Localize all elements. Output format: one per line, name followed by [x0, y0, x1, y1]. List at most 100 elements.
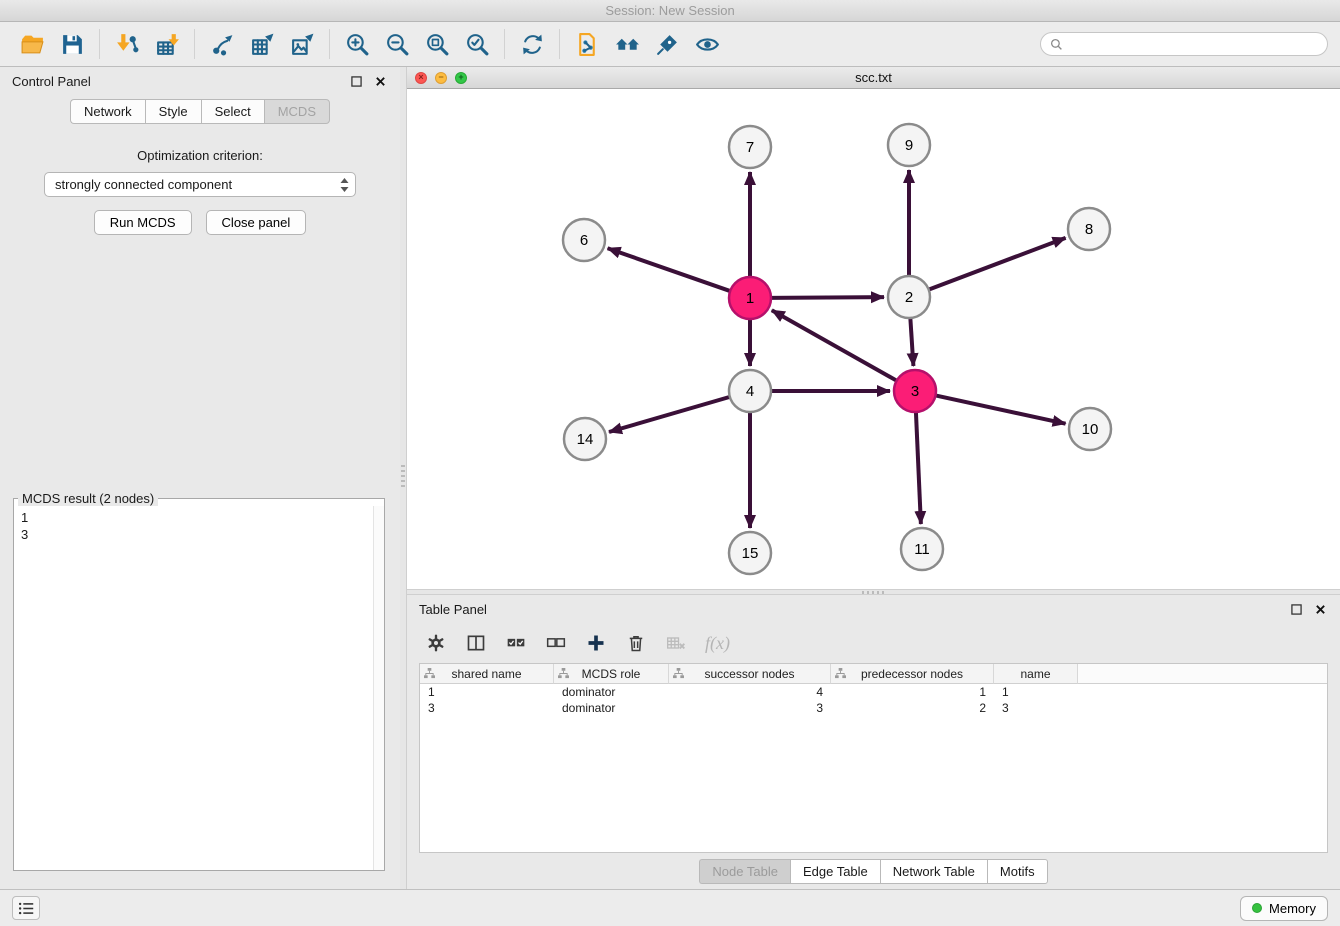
graph-node-6[interactable]: 6	[563, 219, 605, 261]
control-panel-header: Control Panel	[0, 67, 400, 95]
export-image-button[interactable]	[282, 26, 322, 62]
graph-edge-3-11[interactable]	[916, 412, 921, 524]
graph-node-7[interactable]: 7	[729, 126, 771, 168]
toolbar-separator	[194, 29, 195, 59]
table-cell-successor: 4	[669, 685, 831, 699]
zoom-out-button[interactable]	[377, 26, 417, 62]
tab-edge-table[interactable]: Edge Table	[790, 859, 880, 884]
table-cell-predecessor: 1	[831, 685, 994, 699]
add-icon	[586, 633, 606, 653]
splitter-grip	[862, 591, 886, 594]
panels-menu-button[interactable]	[12, 896, 40, 920]
graph-node-15[interactable]: 15	[729, 532, 771, 574]
search-field[interactable]	[1040, 32, 1328, 56]
table-header-row: shared name MCDS role successor nodes pr…	[420, 664, 1327, 684]
svg-text:14: 14	[577, 431, 594, 448]
optimization-criterion-select[interactable]: strongly connected component	[44, 172, 356, 197]
open-session-button[interactable]	[12, 26, 52, 62]
minimize-window-icon[interactable]: −	[435, 72, 447, 84]
float-panel-icon[interactable]	[349, 74, 364, 89]
close-window-icon[interactable]: ×	[415, 72, 427, 84]
tab-style[interactable]: Style	[145, 99, 201, 124]
table-panel-header: Table Panel	[407, 595, 1340, 623]
graph-node-2[interactable]: 2	[888, 276, 930, 318]
refresh-button[interactable]	[512, 26, 552, 62]
table-row[interactable]: 1dominator411	[420, 684, 1327, 700]
export-table-button[interactable]	[242, 26, 282, 62]
result-scrollbar[interactable]	[373, 506, 384, 870]
column-header-mcds-role[interactable]: MCDS role	[554, 664, 669, 684]
graph-edge-1-2[interactable]	[771, 297, 884, 298]
table-row[interactable]: 3dominator323	[420, 700, 1327, 716]
memory-button[interactable]: Memory	[1240, 896, 1328, 921]
first-neighbors-button[interactable]	[607, 26, 647, 62]
svg-text:9: 9	[905, 137, 913, 154]
graph-node-10[interactable]: 10	[1069, 408, 1111, 450]
column-header-shared-name[interactable]: shared name	[420, 664, 554, 684]
mcds-result-list[interactable]: 13	[14, 506, 384, 870]
tab-node-table[interactable]: Node Table	[699, 859, 790, 884]
horizontal-splitter[interactable]	[407, 589, 1340, 595]
graph-edge-2-8[interactable]	[929, 238, 1066, 290]
graph-edge-1-6[interactable]	[608, 248, 731, 291]
function-builder-button[interactable]: f(x)	[705, 633, 730, 654]
run-mcds-button[interactable]: Run MCDS	[94, 210, 192, 235]
import-network-button[interactable]	[107, 26, 147, 62]
vertical-splitter[interactable]	[400, 67, 407, 889]
export-network-button[interactable]	[202, 26, 242, 62]
memory-status-icon	[1252, 903, 1262, 913]
graph-edge-3-1[interactable]	[772, 310, 897, 380]
float-panel-icon[interactable]	[1289, 602, 1304, 617]
column-header-successor-nodes[interactable]: successor nodes	[669, 664, 831, 684]
graph-node-14[interactable]: 14	[564, 418, 606, 460]
svg-text:8: 8	[1085, 221, 1093, 238]
add-column-button[interactable]	[585, 632, 607, 654]
close-panel-button[interactable]: Close panel	[206, 210, 307, 235]
tab-mcds[interactable]: MCDS	[264, 99, 330, 124]
graph-node-9[interactable]: 9	[888, 124, 930, 166]
svg-text:7: 7	[746, 139, 754, 156]
zoom-in-button[interactable]	[337, 26, 377, 62]
toolbar-separator	[504, 29, 505, 59]
graph-edge-3-10[interactable]	[936, 395, 1066, 423]
toolbar-separator	[99, 29, 100, 59]
maximize-window-icon[interactable]: +	[455, 72, 467, 84]
show-hide-button[interactable]	[687, 26, 727, 62]
new-network-from-selection-button[interactable]	[567, 26, 607, 62]
deselect-checkboxes-icon	[546, 633, 566, 653]
graph-node-1[interactable]: 1	[729, 277, 771, 319]
graph-node-8[interactable]: 8	[1068, 208, 1110, 250]
tab-select[interactable]: Select	[201, 99, 264, 124]
style-painter-button[interactable]	[647, 26, 687, 62]
tab-motifs[interactable]: Motifs	[987, 859, 1048, 884]
tab-network-table[interactable]: Network Table	[880, 859, 987, 884]
close-panel-icon[interactable]	[1313, 602, 1328, 617]
show-hide-icon	[695, 32, 720, 57]
table-tabs-bar: Node Table Edge Table Network Table Moti…	[407, 853, 1340, 889]
close-panel-icon[interactable]	[373, 74, 388, 89]
gear-button[interactable]	[425, 632, 447, 654]
import-table-button[interactable]	[147, 26, 187, 62]
delete-column-button[interactable]	[625, 632, 647, 654]
graph-node-11[interactable]: 11	[901, 528, 943, 570]
column-header-predecessor-nodes[interactable]: predecessor nodes	[831, 664, 994, 684]
deselect-all-columns-button[interactable]	[545, 632, 567, 654]
tab-network[interactable]: Network	[70, 99, 145, 124]
search-input[interactable]	[1069, 37, 1318, 52]
save-session-button[interactable]	[52, 26, 92, 62]
graph-node-4[interactable]: 4	[729, 370, 771, 412]
graph-edge-4-14[interactable]	[609, 397, 730, 432]
column-header-name[interactable]: name	[994, 664, 1078, 684]
table-cell-mcds_role: dominator	[554, 685, 669, 699]
graph-edge-2-3[interactable]	[910, 318, 913, 366]
network-canvas[interactable]: 7 9 6 8 1 2 4 3 14 10 15 11	[407, 89, 1340, 589]
toolbar-separator	[559, 29, 560, 59]
svg-text:2: 2	[905, 289, 913, 306]
delete-table-button[interactable]	[665, 632, 687, 654]
zoom-selected-button[interactable]	[457, 26, 497, 62]
graph-node-3[interactable]: 3	[894, 370, 936, 412]
style-painter-icon	[655, 32, 680, 57]
select-all-columns-button[interactable]	[505, 632, 527, 654]
zoom-fit-button[interactable]	[417, 26, 457, 62]
split-columns-button[interactable]	[465, 632, 487, 654]
